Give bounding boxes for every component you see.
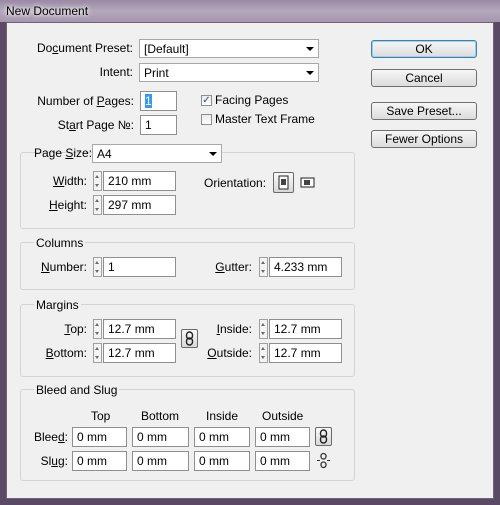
slug-top-input[interactable]: 0 mm (72, 451, 127, 471)
margins-label: Margins (34, 298, 81, 313)
margin-top-input[interactable]: 12.7 mm (103, 319, 176, 339)
slug-inside-input[interactable]: 0 mm (194, 451, 250, 471)
margin-outside-label: Outside: (207, 346, 252, 360)
document-preset-value: [Default] (144, 42, 189, 56)
margin-bottom-label: Bottom: (45, 346, 87, 360)
document-preset-label: Document Preset: (36, 41, 133, 55)
slug-outside-value: 0 mm (260, 454, 290, 468)
margin-outside-stepper[interactable] (259, 343, 268, 363)
width-stepper[interactable] (93, 171, 102, 191)
height-value: 297 mm (108, 198, 152, 212)
checkmark-icon: ✓ (202, 95, 211, 106)
start-page-input[interactable]: 1 (140, 115, 177, 135)
chain-link-icon (185, 331, 194, 346)
margin-bottom-input[interactable]: 12.7 mm (103, 343, 176, 363)
width-input[interactable]: 210 mm (103, 171, 176, 191)
intent-label: Intent: (99, 65, 133, 79)
margin-inside-input[interactable]: 12.7 mm (269, 319, 342, 339)
cancel-button[interactable]: Cancel (371, 69, 477, 87)
margin-bottom-stepper[interactable] (93, 343, 102, 363)
slug-bottom-value: 0 mm (137, 454, 167, 468)
margins-link-toggle[interactable] (181, 329, 198, 348)
bleed-bottom-input[interactable]: 0 mm (132, 427, 189, 447)
columns-label: Columns (34, 236, 86, 251)
header-inside: Inside (206, 409, 239, 423)
window-title: New Document (6, 4, 89, 18)
margin-bottom-value: 12.7 mm (108, 346, 155, 360)
title-bar[interactable]: New Document (0, 0, 500, 22)
slug-top-value: 0 mm (77, 454, 107, 468)
gutter-input[interactable]: 4.233 mm (269, 257, 342, 277)
width-label: Width: (52, 174, 87, 188)
margin-outside-value: 12.7 mm (274, 346, 321, 360)
margin-top-value: 12.7 mm (108, 322, 155, 336)
width-value: 210 mm (108, 174, 152, 188)
bleed-outside-input[interactable]: 0 mm (255, 427, 310, 447)
chevron-down-icon (209, 152, 217, 156)
page-size-value: A4 (97, 147, 112, 161)
page-size-label: Page Size: (34, 146, 93, 160)
master-text-frame-label: Master Text Frame (215, 112, 315, 126)
height-label: Height: (48, 198, 87, 212)
slug-outside-input[interactable]: 0 mm (255, 451, 310, 471)
ok-button[interactable]: OK (371, 40, 477, 58)
height-input[interactable]: 297 mm (103, 195, 176, 215)
number-of-pages-value: 1 (145, 94, 152, 108)
margin-inside-stepper[interactable] (259, 319, 268, 339)
bleed-inside-input[interactable]: 0 mm (194, 427, 250, 447)
slug-inside-value: 0 mm (199, 454, 229, 468)
slug-label: Slug: (40, 454, 68, 468)
intent-value: Print (144, 66, 169, 80)
intent-dropdown[interactable]: Print (139, 63, 319, 82)
start-page-label: Start Page №: (57, 118, 134, 132)
portrait-orientation-button[interactable] (273, 172, 294, 193)
gutter-value: 4.233 mm (274, 260, 328, 274)
document-preset-dropdown[interactable]: [Default] (139, 39, 319, 58)
margin-inside-value: 12.7 mm (274, 322, 321, 336)
portrait-page-icon (278, 175, 289, 190)
columns-number-stepper[interactable] (93, 257, 102, 277)
height-stepper[interactable] (93, 195, 102, 215)
bleed-label: Bleed: (33, 430, 68, 444)
chevron-down-icon (306, 47, 314, 51)
landscape-orientation-button[interactable] (299, 174, 316, 191)
chevron-down-icon (306, 71, 314, 75)
bleed-bottom-value: 0 mm (137, 430, 167, 444)
facing-pages-checkbox[interactable]: ✓ (201, 95, 212, 106)
slug-bottom-input[interactable]: 0 mm (132, 451, 189, 471)
gutter-stepper[interactable] (259, 257, 268, 277)
master-text-frame-checkbox[interactable] (201, 114, 212, 125)
bleed-top-input[interactable]: 0 mm (72, 427, 127, 447)
margin-top-stepper[interactable] (93, 319, 102, 339)
save-preset-button[interactable]: Save Preset... (371, 102, 477, 120)
new-document-dialog: Document Preset: [Default] Intent: Print… (6, 22, 494, 499)
bleed-top-value: 0 mm (77, 430, 107, 444)
facing-pages-label: Facing Pages (215, 93, 289, 107)
gutter-label: Gutter: (215, 260, 252, 274)
bleed-outside-value: 0 mm (260, 430, 290, 444)
bleed-inside-value: 0 mm (199, 430, 229, 444)
columns-number-value: 1 (108, 260, 115, 274)
page-size-dropdown[interactable]: A4 (92, 144, 222, 163)
start-page-value: 1 (145, 118, 152, 132)
broken-chain-link-icon (317, 452, 330, 469)
number-of-pages-label: Number of Pages: (37, 94, 134, 108)
header-outside: Outside (262, 409, 304, 423)
margin-outside-input[interactable]: 12.7 mm (269, 343, 342, 363)
number-of-pages-input[interactable]: 1 (140, 91, 177, 111)
landscape-page-icon (300, 177, 315, 188)
margin-top-label: Top: (64, 322, 87, 336)
bleed-and-slug-label: Bleed and Slug (34, 383, 120, 398)
margin-inside-label: Inside: (216, 322, 252, 336)
orientation-label: Orientation: (204, 176, 267, 190)
fewer-options-button[interactable]: Fewer Options (371, 130, 477, 148)
columns-number-label: Number: (40, 260, 87, 274)
slug-link-toggle[interactable] (316, 452, 332, 469)
header-bottom: Bottom (141, 409, 180, 423)
header-top: Top (91, 409, 111, 423)
columns-number-input[interactable]: 1 (103, 257, 176, 277)
bleed-link-toggle[interactable] (315, 427, 332, 446)
chain-link-icon (319, 429, 328, 444)
